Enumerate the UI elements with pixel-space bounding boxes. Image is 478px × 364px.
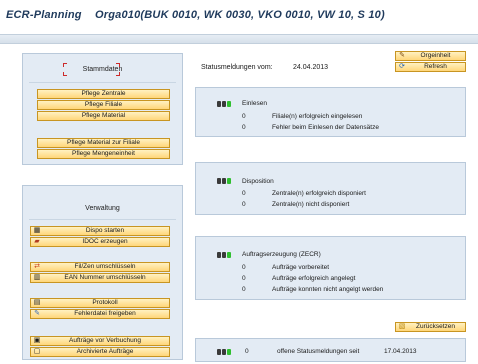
auftraege-vor-verbuchung-label: Aufträge vor Verbuchung	[69, 337, 141, 344]
einlesen-text-filialen: Filiale(n) erfolgreich eingelesen	[272, 113, 363, 120]
pflege-filiale-button[interactable]: Pflege Filiale	[37, 100, 170, 110]
ean-umschluesseln-button[interactable]: ▥ EAN Nummer umschlüsseln	[30, 273, 170, 283]
divider	[29, 82, 176, 83]
status-label: Statusmeldungen vom:	[201, 64, 273, 71]
disposition-title: Disposition	[242, 178, 274, 185]
pencil-icon: ✎	[34, 310, 40, 317]
traffic-light-icon	[217, 178, 232, 184]
traffic-light-icon	[217, 101, 232, 107]
refresh-label: Refresh	[424, 63, 447, 70]
dispo-starten-button[interactable]: ▦ Dispo starten	[30, 226, 170, 236]
pflege-mengeneinheit-button[interactable]: Pflege Mengeneinheit	[37, 149, 170, 159]
fil-zen-umschluesseln-label: Fil/Zen umschlüsseln	[74, 263, 136, 270]
traffic-light-icon	[217, 252, 232, 258]
status-date: 24.04.2013	[293, 64, 329, 71]
reset-icon: ▧	[398, 323, 406, 330]
disposition-text-nok: Zentrale(n) nicht disponiert	[272, 201, 350, 208]
archivierte-auftraege-button[interactable]: ▢ Archivierte Aufträge	[30, 347, 170, 357]
stammdaten-heading: Stammdaten	[82, 66, 123, 73]
title-bar: ECR-Planning Orga010(BUK 0010, WK 0030, …	[0, 0, 478, 34]
protokoll-button[interactable]: ▤ Protokoll	[30, 298, 170, 308]
offene-text: offene Statusmeldungen seit	[277, 348, 360, 355]
einlesen-panel: Einlesen 0 Filiale(n) erfolgreich eingel…	[195, 87, 466, 137]
divider	[29, 219, 176, 220]
auftrag-title: Auftragserzeugung (ZECR)	[242, 251, 321, 258]
auftrag-count-angelegt: 0	[242, 275, 246, 282]
auftrag-text-fehler: Aufträge konnten nicht angelgt werden	[272, 286, 384, 293]
auftraege-vor-verbuchung-button[interactable]: ▣ Aufträge vor Verbuchung	[30, 336, 170, 346]
truck-icon: ▰	[34, 238, 40, 245]
disposition-count-nok: 0	[242, 201, 246, 208]
fehlerdatei-freigeben-button[interactable]: ✎ Fehlerdatei freigeben	[30, 309, 170, 319]
auftragserzeugung-panel: Auftragserzeugung (ZECR) 0 Aufträge vorb…	[195, 236, 466, 300]
dispo-starten-label: Dispo starten	[85, 227, 125, 234]
page-title: ECR-Planning Orga010(BUK 0010, WK 0030, …	[6, 9, 395, 21]
barcode-icon: ▥	[33, 274, 41, 281]
app-title: ECR-Planning	[6, 9, 82, 21]
einlesen-text-fehler: Fehler beim Einlesen der Datensätze	[272, 124, 379, 131]
verwaltung-panel: Verwaltung ▦ Dispo starten ▰ IDOC erzeug…	[22, 185, 183, 360]
protokoll-label: Protokoll	[92, 299, 118, 306]
auftrag-text-angelegt: Aufträge erfolgreich angelegt	[272, 275, 356, 282]
org-context: Orga010(BUK 0010, WK 0030, VKO 0010, VW …	[95, 9, 385, 21]
einlesen-title: Einlesen	[242, 100, 267, 107]
auftrag-count-vorbereitet: 0	[242, 264, 246, 271]
orgeinheit-button[interactable]: ✎ Orgeinheit	[395, 51, 466, 61]
pencil-icon: ✎	[399, 52, 405, 59]
archivierte-auftraege-label: Archivierte Aufträge	[76, 348, 134, 355]
auftrag-text-vorbereitet: Aufträge vorbereitet	[272, 264, 330, 271]
offene-date: 17.04.2013	[384, 348, 417, 355]
orgeinheit-label: Orgeinheit	[420, 52, 451, 59]
disposition-text-ok: Zentrale(n) erfolgreich disponiert	[272, 190, 366, 197]
refresh-icon: ⟳	[399, 63, 405, 70]
archive-icon: ▢	[33, 348, 41, 355]
orders-icon: ▣	[33, 337, 41, 344]
offene-count: 0	[245, 348, 249, 355]
idoc-erzeugen-label: IDOC erzeugen	[82, 238, 128, 245]
stammdaten-panel: Stammdaten Pflege Zentrale Pflege Filial…	[22, 53, 183, 165]
zuruecksetzen-label: Zurücksetzen	[415, 323, 456, 330]
einlesen-count-filialen: 0	[242, 113, 246, 120]
fehlerdatei-freigeben-label: Fehlerdatei freigeben	[74, 310, 136, 317]
refresh-button[interactable]: ⟳ Refresh	[395, 62, 466, 72]
pflege-material-button[interactable]: Pflege Material	[37, 111, 170, 121]
idoc-erzeugen-button[interactable]: ▰ IDOC erzeugen	[30, 237, 170, 247]
offene-statusmeldungen-panel: 0 offene Statusmeldungen seit 17.04.2013	[195, 338, 466, 362]
application-toolbar	[0, 34, 478, 44]
verwaltung-heading: Verwaltung	[85, 205, 120, 212]
disposition-count-ok: 0	[242, 190, 246, 197]
traffic-light-icon	[217, 349, 232, 355]
zuruecksetzen-button[interactable]: ▧ Zurücksetzen	[395, 322, 466, 332]
calendar-icon: ▦	[33, 227, 41, 234]
log-icon: ▤	[33, 299, 41, 306]
pflege-zentrale-button[interactable]: Pflege Zentrale	[37, 89, 170, 99]
pflege-material-filiale-button[interactable]: Pflege Material zur Filiale	[37, 138, 170, 148]
ean-umschluesseln-label: EAN Nummer umschlüsseln	[64, 274, 146, 281]
auftrag-count-fehler: 0	[242, 286, 246, 293]
fil-zen-umschluesseln-button[interactable]: ⇄ Fil/Zen umschlüsseln	[30, 262, 170, 272]
disposition-panel: Disposition 0 Zentrale(n) erfolgreich di…	[195, 162, 466, 215]
einlesen-count-fehler: 0	[242, 124, 246, 131]
swap-arrows-icon: ⇄	[34, 263, 40, 270]
